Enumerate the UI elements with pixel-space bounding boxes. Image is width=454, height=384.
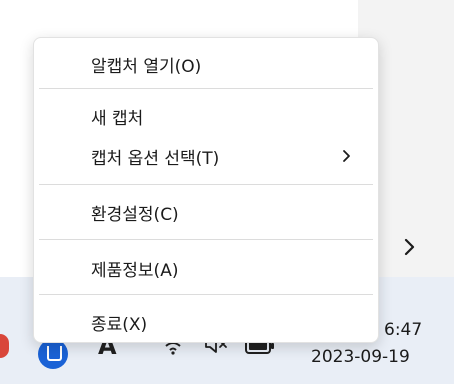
- menu-item-preferences[interactable]: 환경설정(C): [34, 196, 378, 228]
- menu-item-label: 환경설정(C): [91, 204, 179, 225]
- menu-item-capture-options[interactable]: 캡처 옵션 선택(T): [34, 140, 378, 172]
- menu-item-label: 알캡처 열기(O): [91, 56, 202, 77]
- clock-date[interactable]: 2023-09-19: [311, 347, 410, 367]
- overflow-chevron-icon[interactable]: [400, 235, 420, 259]
- menu-item-product-info[interactable]: 제품정보(A): [34, 252, 378, 284]
- menu-item-label: 캡처 옵션 선택(T): [91, 148, 220, 169]
- menu-item-label: 새 캡처: [91, 108, 144, 129]
- menu-item-label: 제품정보(A): [91, 260, 179, 281]
- menu-separator: [39, 294, 373, 295]
- menu-item-exit[interactable]: 종료(X): [34, 306, 378, 338]
- alcapture-tray-icon[interactable]: [38, 339, 68, 369]
- clock-time[interactable]: 6:47: [384, 320, 422, 340]
- menu-item-new-capture[interactable]: 새 캡처: [34, 100, 378, 132]
- menu-separator: [39, 184, 373, 185]
- menu-item-open-alcapture[interactable]: 알캡처 열기(O): [34, 48, 378, 80]
- menu-separator: [39, 88, 373, 89]
- menu-separator: [39, 239, 373, 240]
- menu-item-label: 종료(X): [91, 314, 148, 335]
- context-menu: 알캡처 열기(O) 새 캡처 캡처 옵션 선택(T) 환경설정(C) 제품정보(…: [33, 37, 379, 343]
- chevron-right-icon: [342, 148, 352, 164]
